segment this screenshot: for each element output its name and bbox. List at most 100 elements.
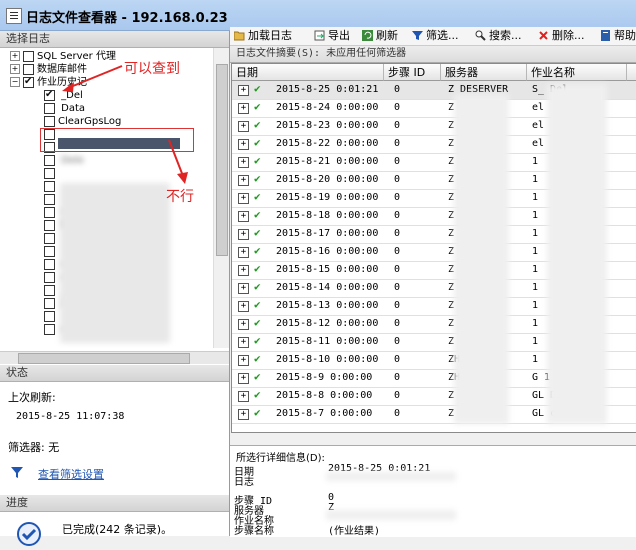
expand-row-icon[interactable]: + — [238, 355, 249, 366]
success-check-icon: ✔ — [254, 82, 261, 95]
expand-row-icon[interactable]: + — [238, 193, 249, 204]
tree-node[interactable]: Dele — [44, 154, 84, 167]
tree-horizontal-scrollbar[interactable] — [0, 351, 229, 364]
cell-step-id: 0 — [394, 354, 401, 365]
tree-node-checkbox[interactable] — [44, 232, 55, 244]
tree-node-checkbox[interactable] — [44, 284, 55, 296]
tree-node[interactable] — [44, 310, 58, 323]
tree-node-checkbox[interactable] — [44, 245, 55, 257]
tree-node[interactable] — [44, 232, 58, 245]
cell-step-id: 0 — [394, 156, 401, 167]
expand-row-icon[interactable]: + — [238, 337, 249, 348]
expand-row-icon[interactable]: + — [238, 139, 249, 150]
tree-node-checkbox[interactable] — [44, 219, 55, 231]
expand-row-icon[interactable]: + — [238, 175, 249, 186]
column-header-date[interactable]: 日期 — [232, 64, 384, 81]
expand-row-icon[interactable]: + — [238, 85, 249, 96]
expand-row-icon[interactable]: + — [238, 319, 249, 330]
success-check-icon: ✔ — [254, 334, 261, 347]
expand-row-icon[interactable]: + — [238, 283, 249, 294]
detail-header: 所选行详细信息(D): — [236, 453, 325, 464]
tree-node[interactable]: Data — [44, 102, 85, 115]
expand-plus-icon[interactable]: + — [10, 51, 20, 61]
expand-row-icon[interactable]: + — [238, 121, 249, 132]
column-header-step-id[interactable]: 步骤 ID — [384, 64, 441, 81]
tree-node[interactable] — [44, 167, 58, 180]
tree-node-checkbox[interactable] — [44, 167, 55, 179]
tree-node-checkbox[interactable] — [44, 193, 55, 205]
folder-open-icon — [233, 30, 245, 41]
success-check-icon: ✔ — [254, 172, 261, 185]
expand-row-icon[interactable]: + — [238, 211, 249, 222]
tree-node-checkbox[interactable] — [44, 271, 55, 283]
cell-date: 2015-8-17 0:00:00 — [276, 228, 379, 239]
tree-vscroll-thumb[interactable] — [216, 64, 228, 256]
success-check-icon: ✔ — [254, 208, 261, 221]
success-check-icon: ✔ — [254, 136, 261, 149]
expand-row-icon[interactable]: + — [238, 229, 249, 240]
collapse-minus-icon[interactable]: − — [10, 77, 20, 87]
tree-node[interactable]: ClearGpsLog — [44, 115, 121, 128]
tree-node-checkbox[interactable] — [44, 115, 55, 127]
tree-node-checkbox[interactable] — [44, 88, 55, 101]
tree-node-checkbox[interactable] — [44, 297, 55, 309]
column-header-overflow — [627, 64, 636, 81]
load-log-button[interactable]: 加载日志 — [233, 29, 292, 43]
filter-button[interactable]: 筛选... — [412, 29, 459, 43]
tree-node[interactable] — [44, 193, 58, 206]
view-filter-settings-link[interactable]: 查看筛选设置 — [38, 466, 104, 482]
tree-node-checkbox[interactable] — [44, 180, 55, 192]
cell-step-id: 0 — [394, 282, 401, 293]
tree-hscroll-thumb[interactable] — [18, 353, 190, 364]
expand-row-icon[interactable]: + — [238, 157, 249, 168]
delete-x-icon — [538, 30, 549, 41]
tree-node-checkbox[interactable] — [44, 154, 55, 166]
expand-row-icon[interactable]: + — [238, 103, 249, 114]
cell-step-id: 0 — [394, 264, 401, 275]
expand-row-icon[interactable]: + — [238, 247, 249, 258]
cell-date: 2015-8-23 0:00:00 — [276, 120, 379, 131]
column-header-job-name[interactable]: 作业名称 — [527, 64, 627, 81]
cell-date: 2015-8-7 0:00:00 — [276, 408, 373, 419]
column-header-server[interactable]: 服务器 — [441, 64, 527, 81]
expand-row-icon[interactable]: + — [238, 391, 249, 402]
progress-text: 已完成(242 条记录)。 — [62, 523, 173, 536]
cell-date: 2015-8-12 0:00:00 — [276, 318, 379, 329]
tree-node[interactable] — [44, 180, 58, 193]
tree-node[interactable] — [44, 245, 58, 258]
expand-plus-icon[interactable]: + — [10, 64, 20, 74]
refresh-button[interactable]: 刷新 — [362, 29, 398, 43]
tree-node-checkbox[interactable] — [23, 63, 34, 75]
success-check-icon: ✔ — [254, 154, 261, 167]
cell-date: 2015-8-15 0:00:00 — [276, 264, 379, 275]
window-title: 日志文件查看器 - 192.168.0.23 — [26, 11, 228, 26]
help-button[interactable]: 帮助 — [600, 29, 636, 43]
select-log-header: 选择日志 — [0, 31, 229, 48]
cell-step-id: 0 — [394, 390, 401, 401]
tree-node-checkbox[interactable] — [44, 323, 55, 335]
delete-button[interactable]: 删除... — [538, 29, 585, 43]
tree-node-checkbox[interactable] — [23, 50, 34, 62]
export-button[interactable]: 导出 — [314, 29, 350, 43]
progress-panel: 进度 已完成(242 条记录)。 — [0, 495, 229, 546]
redacted-job-value — [326, 510, 456, 520]
tree-node-checkbox[interactable] — [44, 206, 55, 218]
expand-row-icon[interactable]: + — [238, 265, 249, 276]
status-header: 状态 — [0, 365, 229, 382]
tree-node-checkbox[interactable] — [44, 258, 55, 270]
cell-step-id: 0 — [394, 210, 401, 221]
search-button[interactable]: 搜索... — [475, 29, 522, 43]
tree-node-checkbox[interactable] — [44, 310, 55, 322]
expand-row-icon[interactable]: + — [238, 373, 249, 384]
cell-step-id: 0 — [394, 246, 401, 257]
expand-row-icon[interactable]: + — [238, 409, 249, 420]
filter-status: 筛选器: 无 — [8, 441, 60, 454]
cell-step-id: 0 — [394, 120, 401, 131]
log-entries-grid[interactable]: 日期 步骤 ID 服务器 作业名称 + ✔ 2015-8-25 0:01:21 0 Z … — [231, 63, 636, 433]
expand-row-icon[interactable]: + — [238, 301, 249, 312]
filter-icon — [412, 30, 423, 41]
success-check-icon: ✔ — [254, 352, 261, 365]
tree-node-checkbox[interactable] — [23, 75, 34, 88]
tree-vertical-scrollbar[interactable] — [213, 48, 229, 348]
tree-node-checkbox[interactable] — [44, 102, 55, 114]
